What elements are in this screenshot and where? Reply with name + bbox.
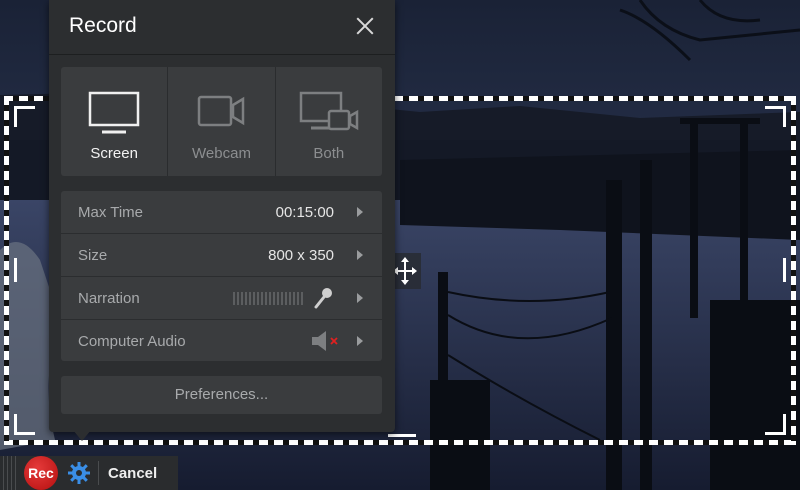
gear-icon-graphic (68, 462, 90, 484)
resize-corner-top-right[interactable] (765, 106, 786, 127)
capture-border-bottom[interactable] (4, 440, 796, 445)
gear-icon[interactable] (66, 460, 92, 486)
setting-max-time[interactable]: Max Time 00:15:00 (61, 191, 382, 234)
cancel-button[interactable]: Cancel (108, 465, 157, 482)
narration-label: Narration (78, 290, 140, 307)
computer-audio-label: Computer Audio (78, 333, 186, 350)
panel-pointer (73, 430, 91, 441)
source-webcam-option[interactable]: Webcam (168, 67, 276, 176)
setting-computer-audio[interactable]: Computer Audio (61, 320, 382, 361)
speaker-muted-icon (312, 331, 338, 351)
max-time-value: 00:15:00 (275, 204, 334, 221)
source-selector: Screen Webcam Both (61, 67, 382, 176)
move-arrows-icon (393, 257, 417, 285)
rec-button[interactable]: Rec (24, 456, 58, 490)
microphone-icon (314, 288, 332, 309)
resize-corner-top-left[interactable] (14, 106, 35, 127)
max-time-label: Max Time (78, 204, 144, 221)
audio-level-meter (233, 292, 303, 305)
screen-and-webcam-icon (299, 91, 359, 131)
setting-size[interactable]: Size 800 x 350 (61, 234, 382, 277)
chevron-right-icon (357, 293, 363, 303)
chevron-right-icon (357, 207, 363, 217)
chevron-right-icon (357, 336, 363, 346)
source-screen-label: Screen (90, 145, 138, 162)
record-panel: Record Screen Webcam Both Max Time 00:15… (49, 0, 395, 432)
capture-border-right[interactable] (791, 96, 796, 445)
close-icon[interactable] (355, 16, 375, 36)
size-value: 800 x 350 (268, 247, 334, 264)
resize-handle-right[interactable] (783, 258, 786, 282)
resize-corner-bottom-left[interactable] (14, 414, 35, 435)
drag-grip[interactable] (0, 456, 20, 490)
source-webcam-label: Webcam (192, 145, 251, 162)
source-both-option[interactable]: Both (276, 67, 382, 176)
source-both-label: Both (313, 145, 345, 162)
size-label: Size (78, 247, 108, 264)
capture-border-left[interactable] (4, 96, 9, 445)
setting-narration[interactable]: Narration (61, 277, 382, 320)
source-screen-option[interactable]: Screen (61, 67, 169, 176)
recorder-toolbar: Rec Cancel (0, 456, 178, 490)
panel-title: Record (69, 14, 137, 37)
monitor-icon (88, 91, 140, 134)
preferences-button[interactable]: Preferences... (61, 376, 382, 414)
panel-header: Record (49, 0, 395, 55)
resize-corner-bottom-right[interactable] (765, 414, 786, 435)
webcam-icon (198, 95, 245, 127)
resize-handle-bottom[interactable] (388, 434, 416, 437)
toolbar-divider (98, 461, 99, 485)
chevron-right-icon (357, 250, 363, 260)
resize-handle-left[interactable] (14, 258, 17, 282)
settings-list: Max Time 00:15:00 Size 800 x 350 Narrati… (61, 191, 382, 361)
